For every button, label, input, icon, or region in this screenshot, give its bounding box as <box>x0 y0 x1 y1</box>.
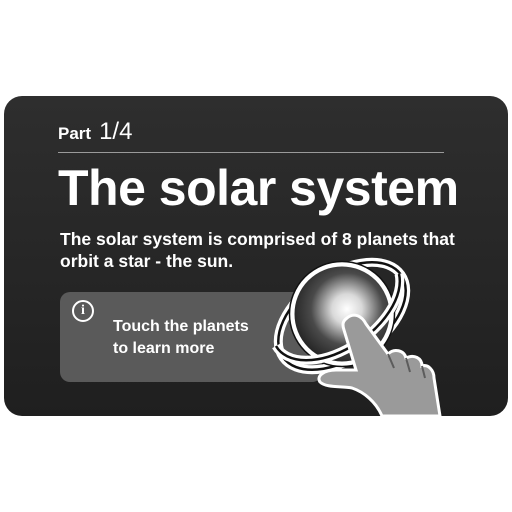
page-title: The solar system <box>58 160 459 216</box>
part-label: Part <box>58 124 92 143</box>
description-text: The solar system is comprised of 8 plane… <box>60 229 455 271</box>
info-text-line-2: to learn more <box>113 340 215 357</box>
part-indicator: Part 1/4 <box>58 118 132 146</box>
info-text-line-1: Touch the planets <box>113 318 249 335</box>
divider <box>58 152 444 153</box>
info-hint-box: i Touch the planets to learn more <box>60 292 322 382</box>
lesson-card: Part 1/4 The solar system The solar syst… <box>4 96 508 416</box>
info-icon: i <box>72 300 94 322</box>
pointing-hand-icon <box>317 313 442 416</box>
info-text: Touch the planets to learn more <box>113 316 313 360</box>
part-number: 1/4 <box>99 118 133 145</box>
